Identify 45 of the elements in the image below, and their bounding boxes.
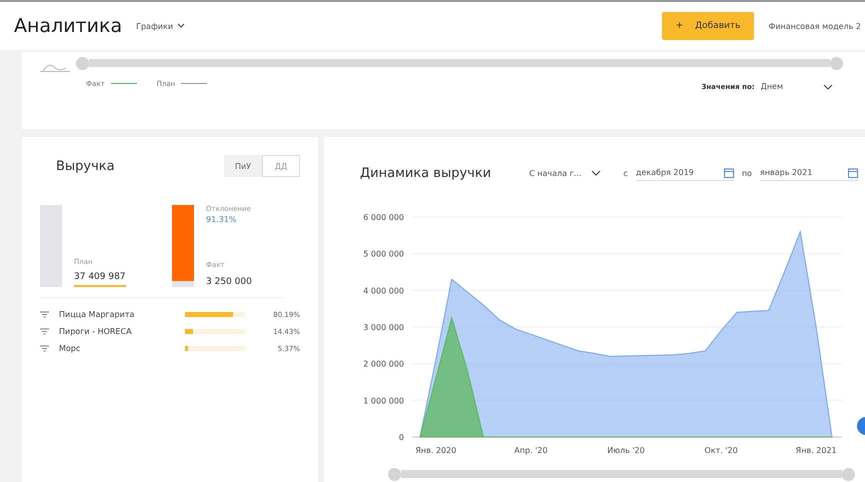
view-menu[interactable]: Графики: [136, 22, 186, 30]
plan-value: 37 409 987: [74, 272, 126, 287]
x-axis-label: Окт. '20: [704, 446, 738, 455]
chevron-icon: [591, 170, 602, 176]
y-axis-label: 5 000 000: [363, 250, 404, 259]
range-slider[interactable]: [388, 467, 855, 481]
to-label: по: [742, 168, 752, 178]
y-axis-label: 2 000 000: [363, 360, 404, 369]
y-axis-label: 0: [398, 433, 404, 442]
fact-value: 3 250 000: [206, 277, 253, 287]
date-field[interactable]: январь 2021: [760, 166, 858, 180]
y-axis-label: 6 000 000: [363, 213, 404, 222]
card-title: Выручка: [56, 158, 115, 174]
chevron-icon: [823, 84, 833, 90]
filter-icon: [40, 345, 49, 352]
item-name: Пироги - HORECA: [59, 327, 133, 336]
calendar-icon: [724, 168, 734, 178]
period-select[interactable]: С начала г...: [529, 168, 602, 178]
card-title: Динамика выручки: [360, 166, 492, 180]
toggle-tab[interactable]: ПиУ: [224, 155, 262, 177]
model-selector[interactable]: Финансовая модель 2: [768, 22, 861, 30]
sparkline-icon: [40, 62, 70, 72]
x-axis-label: Янв. 2021: [796, 446, 837, 455]
values-by-select[interactable]: Днем: [760, 82, 833, 91]
calendar-icon: [848, 168, 858, 178]
item-name: Пицца Маргарита: [59, 310, 136, 319]
item-name: Морс: [59, 344, 82, 353]
y-axis-label: 4 000 000: [363, 286, 404, 296]
deviation-value: 91.31%: [206, 215, 238, 224]
filter-icon: [40, 328, 49, 335]
x-axis-label: Апр. '20: [514, 446, 548, 455]
x-axis-label: Июль '20: [607, 446, 645, 455]
progress-bar: [185, 312, 245, 317]
range-slider[interactable]: [76, 56, 843, 70]
progress-bar: [185, 346, 245, 351]
filter-icon: [40, 311, 49, 318]
y-axis-label: 3 000 000: [363, 323, 404, 332]
date-field[interactable]: декабря 2019: [636, 166, 734, 180]
y-axis-label: 1 000 000: [363, 396, 404, 406]
chevron-icon: [177, 23, 186, 29]
progress-bar: [185, 329, 245, 334]
add-button[interactable]: + Добавить: [662, 12, 754, 40]
page-title: Аналитика: [14, 15, 122, 37]
from-label: с: [623, 168, 628, 178]
x-axis-label: Янв. 2020: [415, 446, 456, 455]
